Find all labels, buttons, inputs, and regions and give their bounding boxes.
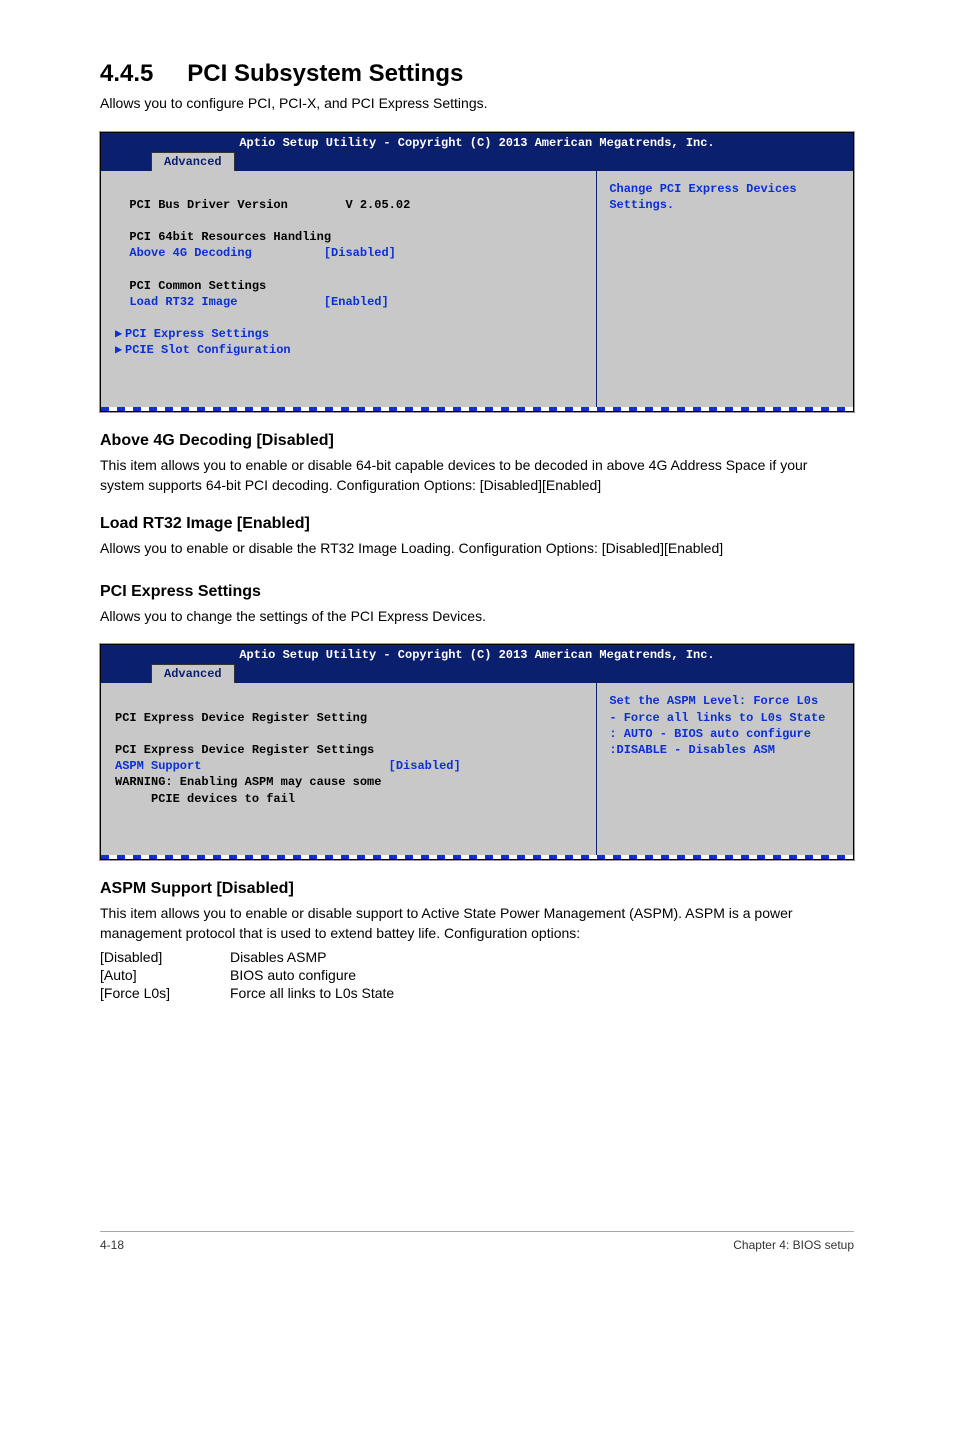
bios-submenu-pciexpress[interactable]: PCI Express Settings <box>125 327 269 341</box>
heading-above-4g: Above 4G Decoding [Disabled] <box>100 432 854 450</box>
bios-tab-row: Advanced <box>101 152 853 171</box>
option-key: [Auto] <box>100 967 230 983</box>
bios-row-rt32-label[interactable]: Load RT32 Image <box>129 295 237 309</box>
heading-aspm: ASPM Support [Disabled] <box>100 880 854 898</box>
chapter-label: Chapter 4: BIOS setup <box>733 1238 854 1252</box>
bios-tab-row: Advanced <box>101 664 853 683</box>
submenu-arrow-icon: ▶ <box>115 326 125 342</box>
bios-row-warning-1: WARNING: Enabling ASPM may cause some <box>115 775 381 789</box>
section-heading: 4.4.5 PCI Subsystem Settings <box>100 60 854 88</box>
bios-row-version-value: V 2.05.02 <box>345 198 410 212</box>
bios-panel-pci-express: Aptio Setup Utility - Copyright (C) 2013… <box>100 644 854 860</box>
bios-tab-advanced[interactable]: Advanced <box>151 664 235 683</box>
option-row: [Auto] BIOS auto configure <box>100 967 854 983</box>
bios-header: Aptio Setup Utility - Copyright (C) 2013… <box>101 645 853 662</box>
bios-row-register-settings: PCI Express Device Register Settings <box>115 743 374 757</box>
bios-tab-advanced[interactable]: Advanced <box>151 152 235 171</box>
bios-bottom-divider <box>101 855 853 859</box>
heading-rt32: Load RT32 Image [Enabled] <box>100 515 854 533</box>
heading-pci-express: PCI Express Settings <box>100 583 854 601</box>
bios-help-text: Set the ASPM Level: Force L0s - Force al… <box>597 683 853 855</box>
submenu-arrow-icon: ▶ <box>115 342 125 358</box>
bios-panel-pci-subsystem: Aptio Setup Utility - Copyright (C) 2013… <box>100 132 854 412</box>
text-pci-express: Allows you to change the settings of the… <box>100 607 854 627</box>
bios-submenu-pcieslot[interactable]: PCIE Slot Configuration <box>125 343 291 357</box>
bios-row-warning-2: PCIE devices to fail <box>115 792 295 806</box>
bios-bottom-divider <box>101 407 853 411</box>
section-number: 4.4.5 <box>100 60 153 88</box>
page-number: 4-18 <box>100 1238 124 1252</box>
option-value: Force all links to L0s State <box>230 985 394 1001</box>
option-value: BIOS auto configure <box>230 967 356 983</box>
bios-left-panel: PCI Express Device Register Setting PCI … <box>101 683 597 855</box>
bios-row-64bit-heading: PCI 64bit Resources Handling <box>129 230 331 244</box>
bios-row-common-heading: PCI Common Settings <box>129 279 266 293</box>
option-key: [Disabled] <box>100 949 230 965</box>
text-aspm: This item allows you to enable or disabl… <box>100 904 854 943</box>
section-intro: Allows you to configure PCI, PCI-X, and … <box>100 94 854 114</box>
bios-row-above4g-value[interactable]: [Disabled] <box>324 246 396 260</box>
bios-header: Aptio Setup Utility - Copyright (C) 2013… <box>101 133 853 150</box>
page-footer: 4-18 Chapter 4: BIOS setup <box>100 1231 854 1252</box>
bios-help-text: Change PCI Express Devices Settings. <box>597 171 853 407</box>
bios-row-above4g-label[interactable]: Above 4G Decoding <box>129 246 251 260</box>
option-row: [Force L0s] Force all links to L0s State <box>100 985 854 1001</box>
bios-row-register-setting: PCI Express Device Register Setting <box>115 711 367 725</box>
text-above-4g: This item allows you to enable or disabl… <box>100 456 854 495</box>
option-value: Disables ASMP <box>230 949 326 965</box>
bios-row-aspm-label[interactable]: ASPM Support <box>115 759 201 773</box>
option-row: [Disabled] Disables ASMP <box>100 949 854 965</box>
bios-row-rt32-value[interactable]: [Enabled] <box>324 295 389 309</box>
text-rt32: Allows you to enable or disable the RT32… <box>100 539 854 559</box>
bios-left-panel: PCI Bus Driver Version V 2.05.02 PCI 64b… <box>101 171 597 407</box>
bios-row-version-label: PCI Bus Driver Version <box>129 198 287 212</box>
section-title: PCI Subsystem Settings <box>187 60 463 88</box>
option-key: [Force L0s] <box>100 985 230 1001</box>
bios-row-aspm-value[interactable]: [Disabled] <box>389 759 461 773</box>
